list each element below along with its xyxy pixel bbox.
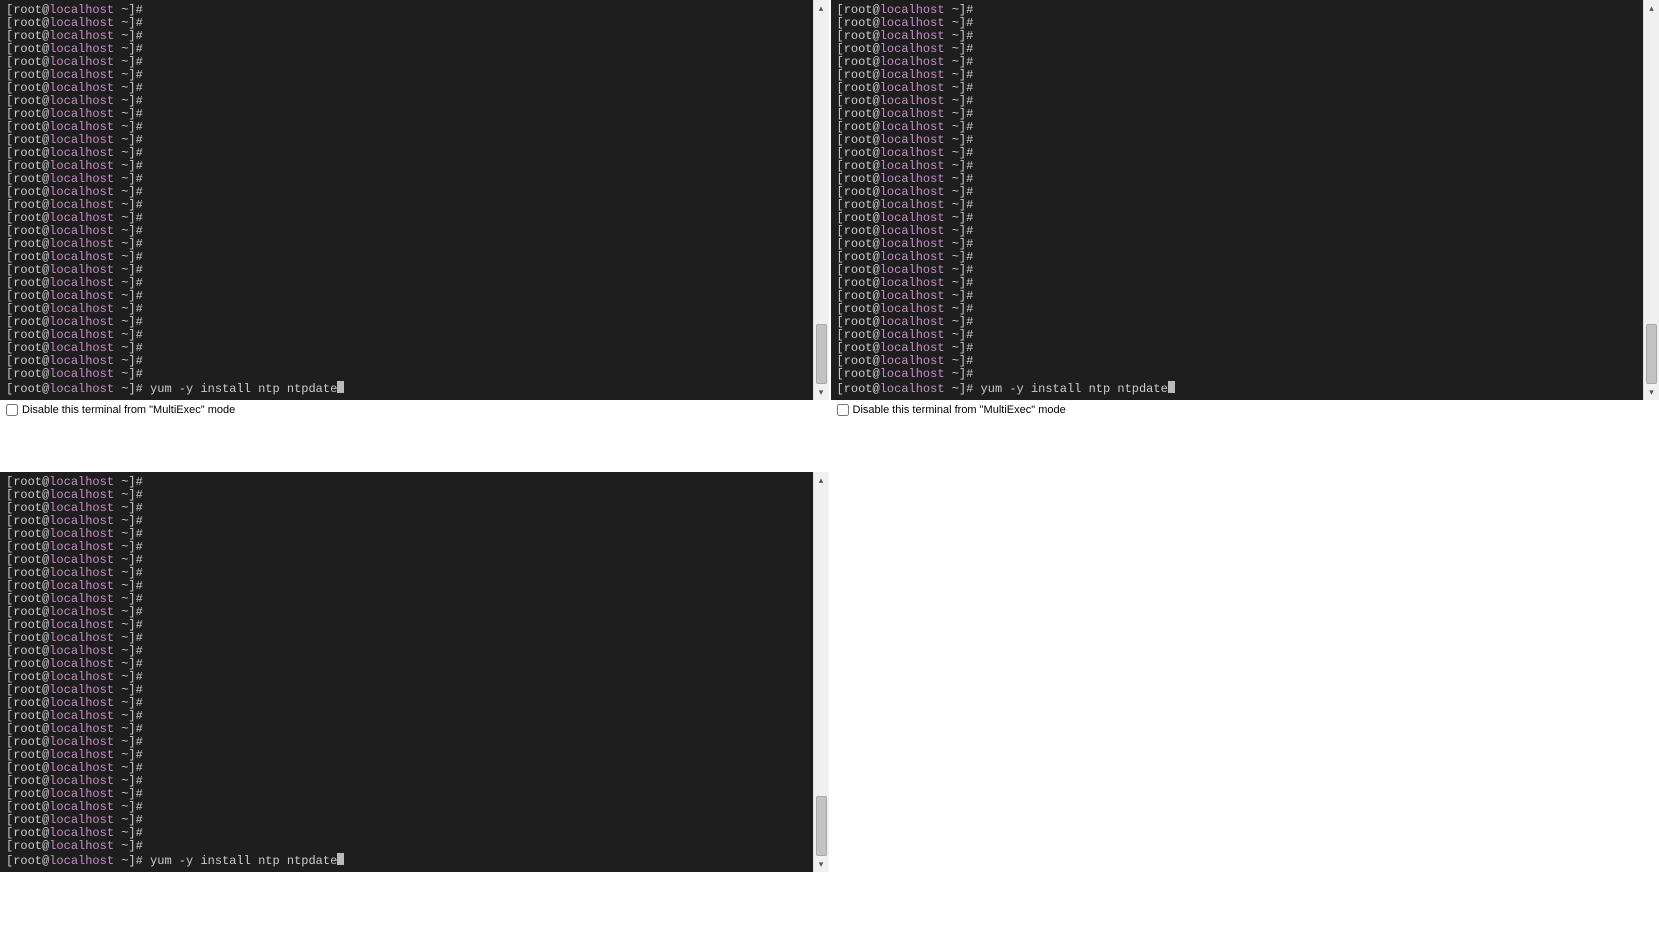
cursor-icon [337,853,344,865]
scroll-down-icon[interactable]: ▾ [814,856,829,872]
scroll-up-icon[interactable]: ▴ [814,0,829,16]
prompt-line: [root@localhost ~]# [837,368,1638,381]
terminal[interactable]: [root@localhost ~]#[root@localhost ~]#[r… [831,0,1644,400]
scrollbar[interactable]: ▴▾ [813,472,829,872]
cursor-icon [337,381,344,393]
cursor-icon [1168,381,1175,393]
scroll-up-icon[interactable]: ▴ [1644,0,1659,16]
scrollbar[interactable]: ▴▾ [1643,0,1659,400]
empty-pane [831,472,1659,942]
scroll-thumb[interactable] [1646,324,1657,384]
terminal-pane: [root@localhost ~]#[root@localhost ~]#[r… [0,472,829,942]
disable-multiexec-row[interactable]: Disable this terminal from "MultiExec" m… [0,400,829,420]
scroll-thumb[interactable] [816,796,827,856]
terminal-pane: [root@localhost ~]#[root@localhost ~]#[r… [831,0,1659,470]
prompt-line-command: [root@localhost ~]# yum -y install ntp n… [6,381,807,396]
disable-multiexec-checkbox[interactable] [6,404,18,416]
terminal[interactable]: [root@localhost ~]#[root@localhost ~]#[r… [0,472,813,872]
disable-multiexec-label: Disable this terminal from "MultiExec" m… [22,404,235,416]
terminal-pane: [root@localhost ~]#[root@localhost ~]#[r… [0,0,829,470]
scroll-down-icon[interactable]: ▾ [1644,384,1659,400]
typed-command: yum -y install ntp ntpdate [143,854,337,868]
scroll-thumb[interactable] [816,324,827,384]
disable-multiexec-label: Disable this terminal from "MultiExec" m… [853,404,1066,416]
scrollbar[interactable]: ▴▾ [813,0,829,400]
prompt-line: [root@localhost ~]# [6,840,807,853]
scroll-up-icon[interactable]: ▴ [814,472,829,488]
typed-command: yum -y install ntp ntpdate [973,382,1167,396]
disable-multiexec-checkbox[interactable] [837,404,849,416]
prompt-line-command: [root@localhost ~]# yum -y install ntp n… [6,853,807,868]
disable-multiexec-row[interactable]: Disable this terminal from "MultiExec" m… [831,400,1659,420]
prompt-line-command: [root@localhost ~]# yum -y install ntp n… [837,381,1638,396]
typed-command: yum -y install ntp ntpdate [143,382,337,396]
prompt-line: [root@localhost ~]# [6,368,807,381]
terminal[interactable]: [root@localhost ~]#[root@localhost ~]#[r… [0,0,813,400]
scroll-down-icon[interactable]: ▾ [814,384,829,400]
